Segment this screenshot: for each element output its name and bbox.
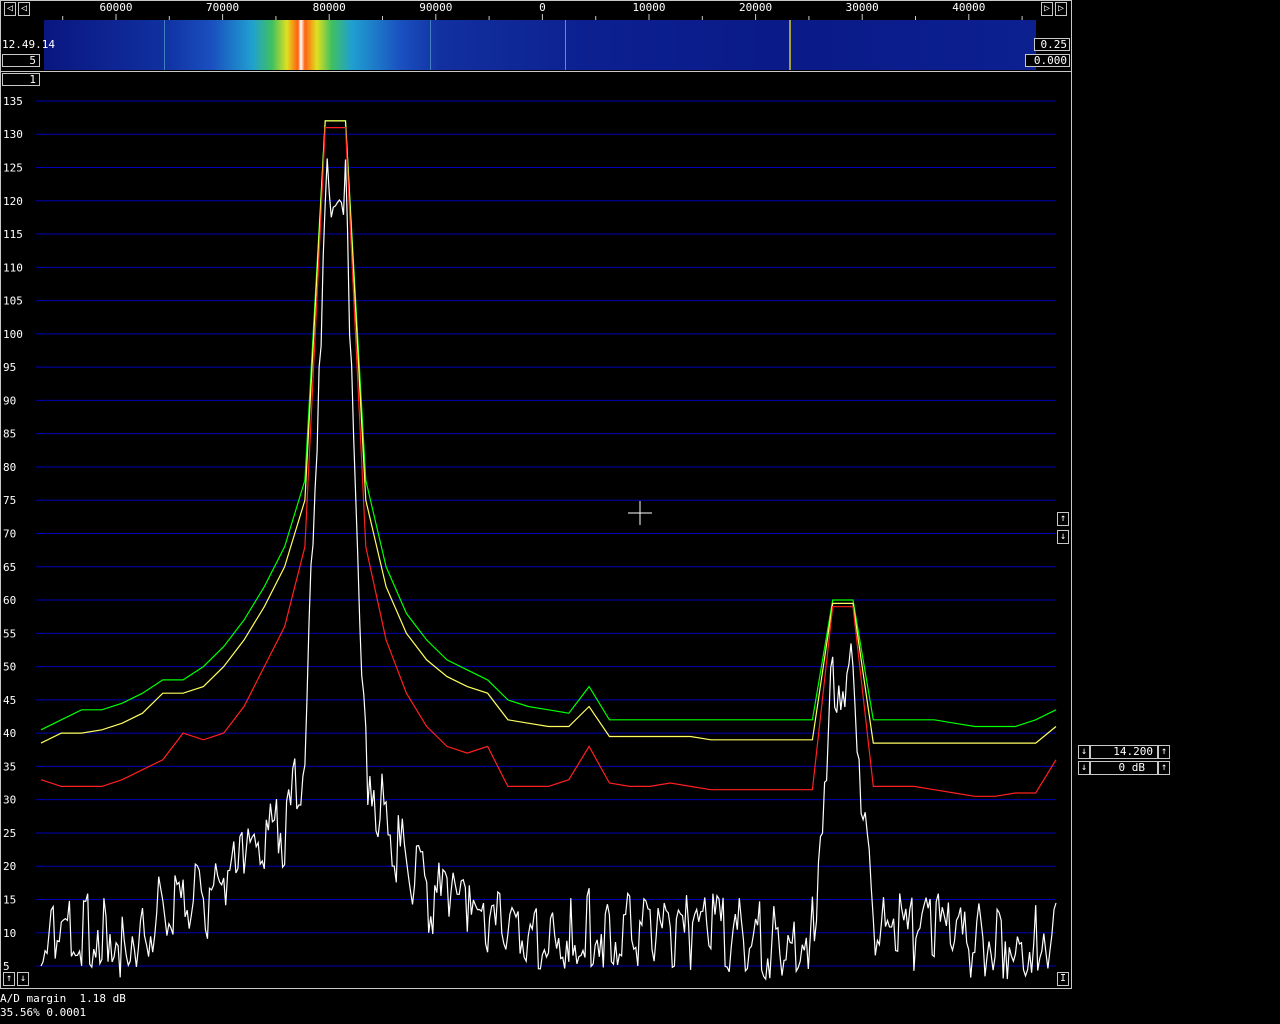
timestamp-label: 12.49.14 [2, 38, 55, 51]
max-hold-trace [40, 120, 1057, 731]
arrow-up-icon: ↑ [5, 973, 13, 984]
scale-up-button[interactable]: ↑ [1057, 512, 1069, 526]
gain-down-button[interactable]: ↓ [1078, 745, 1090, 759]
arrow-down-icon: ↓ [1080, 762, 1088, 773]
y-tick-label: 135 [3, 95, 23, 108]
waterfall-zero-field[interactable]: 0.000 [1025, 54, 1070, 67]
db-field[interactable]: 0 dB [1090, 761, 1158, 775]
y-tick-label: 65 [3, 561, 16, 574]
x-tick-label: 40000 [952, 1, 985, 14]
live-trace [40, 158, 1057, 981]
waterfall-marker-line [789, 20, 791, 70]
x-tick-label: 0 [539, 1, 546, 14]
y-tick-label: 125 [3, 162, 23, 175]
spectrum-chart[interactable]: 5101520253035404550556065707580859095100… [0, 71, 1072, 989]
waterfall-avg-field[interactable]: 5 [2, 54, 40, 67]
scale-down-button[interactable]: ↓ [1057, 530, 1069, 544]
info-button[interactable]: I [1057, 972, 1069, 986]
y-tick-label: 120 [3, 195, 23, 208]
waterfall-gain-field[interactable]: 0.25 [1034, 38, 1070, 51]
y-tick-label: 110 [3, 261, 23, 274]
y-tick-label: 10 [3, 927, 16, 940]
gain-up-button[interactable]: ↑ [1158, 745, 1170, 759]
y-tick-label: 35 [3, 760, 16, 773]
y-tick-label: 80 [3, 461, 16, 474]
x-tick-label: 60000 [99, 1, 132, 14]
x-tick-label: 80000 [313, 1, 346, 14]
crosshair-icon [628, 501, 652, 525]
y-tick-label: 115 [3, 228, 23, 241]
x-tick-label: 20000 [739, 1, 772, 14]
average-trace [40, 120, 1057, 744]
y-tick-label: 25 [3, 827, 16, 840]
y-tick-label: 75 [3, 494, 16, 507]
arrow-up-icon: ↑ [1059, 513, 1067, 524]
y-tick-label: 85 [3, 428, 16, 441]
waterfall-marker-line [430, 20, 431, 70]
y-tick-label: 105 [3, 295, 23, 308]
y-tick-label: 50 [3, 661, 16, 674]
x-tick-label: 30000 [846, 1, 879, 14]
waterfall-display[interactable] [44, 20, 1036, 70]
arrow-down-icon: ↓ [19, 973, 27, 984]
arrow-up-icon: ↑ [1160, 746, 1168, 757]
x-tick-label: 10000 [632, 1, 665, 14]
y-tick-label: 90 [3, 394, 16, 407]
y-tick-label: 100 [3, 328, 23, 341]
waterfall-marker-line [164, 20, 165, 70]
y-tick-label: 15 [3, 893, 16, 906]
y-tick-label: 30 [3, 794, 16, 807]
y-tick-label: 45 [3, 694, 16, 707]
min-trace [40, 127, 1057, 797]
y-tick-label: 40 [3, 727, 16, 740]
ad-margin-status: A/D margin 1.18 dB [0, 992, 126, 1005]
y-tick-label: 95 [3, 361, 16, 374]
level-up-button[interactable]: ↑ [3, 972, 15, 986]
db-up-button[interactable]: ↑ [1158, 761, 1170, 775]
x-tick-label: 90000 [419, 1, 452, 14]
y-tick-label: 130 [3, 128, 23, 141]
load-status: 35.56% 0.0001 [0, 1006, 87, 1019]
db-down-button[interactable]: ↓ [1078, 761, 1090, 775]
waterfall-marker-line [565, 20, 566, 70]
arrow-down-icon: ↓ [1080, 746, 1088, 757]
y-tick-label: 60 [3, 594, 16, 607]
level-down-button[interactable]: ↓ [17, 972, 29, 986]
frequency-axis: 60000 70000 80000 90000 0 10000 20000 30000 4000… [62, 1, 1023, 20]
arrow-down-icon: ↓ [1059, 531, 1067, 542]
y-tick-label: 70 [3, 528, 16, 541]
x-tick-label: 70000 [206, 1, 239, 14]
y-tick-label: 55 [3, 627, 16, 640]
arrow-up-icon: ↑ [1160, 762, 1168, 773]
gain-field[interactable]: 14.200 [1090, 745, 1158, 759]
y-tick-label: 20 [3, 860, 16, 873]
